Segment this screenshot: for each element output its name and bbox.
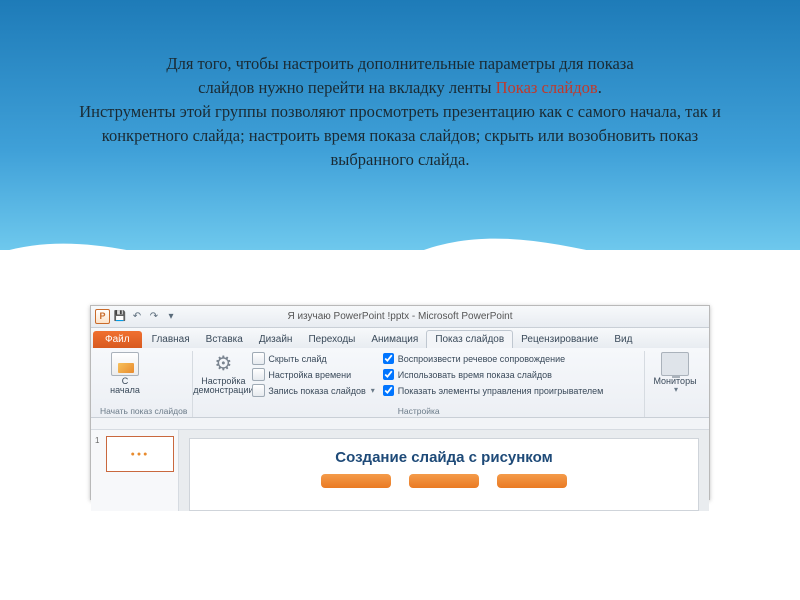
hide-slide-button[interactable]: Скрыть слайд [252,351,374,366]
use-timings-checkbox[interactable]: Использовать время показа слайдов [383,367,604,382]
qat-undo-icon[interactable]: ↶ [130,310,144,324]
screen-play-icon [111,352,139,376]
intro-highlight: Показ слайдов [496,78,598,97]
app-icon[interactable]: P [95,309,110,324]
window-title: Я изучаю PowerPoint !pptx - Microsoft Po… [91,306,709,328]
chevron-down-icon: ▾ [371,386,375,395]
intro-line-1a: Для того, чтобы настроить дополнительные… [166,54,633,73]
play-narration-checkbox[interactable]: Воспроизвести речевое сопровождение [383,351,604,366]
tab-transitions[interactable]: Переходы [300,331,363,348]
play-narration-label: Воспроизвести речевое сопровождение [398,354,565,364]
thumb-number: 1 [95,436,103,445]
monitor-icon [661,352,689,376]
setup-l2: демонстрации [193,386,253,395]
horizontal-ruler [91,418,709,430]
ribbon: С начала Начать показ слайдов Настройка … [91,348,709,418]
intro-p2: Инструменты этой группы позволяют просмо… [79,102,721,169]
rehearse-timings-button[interactable]: Настройка времени [252,367,374,382]
group-setup-label: Настройка [198,406,639,417]
tab-file[interactable]: Файл [93,331,142,348]
current-slide: Создание слайда с рисунком [189,438,699,511]
tab-design[interactable]: Дизайн [251,331,301,348]
qat-save-icon[interactable]: 💾 [113,310,127,324]
quick-access-toolbar: P 💾 ↶ ↷ ▾ [91,309,178,324]
show-controls-label: Показать элементы управления проигрывате… [398,386,604,396]
editor-area: 1 Создание слайда с рисунком [91,430,709,511]
content-block [497,474,567,488]
intro-text: Для того, чтобы настроить дополнительные… [60,52,740,172]
hide-slide-icon [252,352,265,365]
tab-slideshow[interactable]: Показ слайдов [426,330,513,348]
intro-line-1c: . [598,78,602,97]
tab-view[interactable]: Вид [606,331,640,348]
qat-redo-icon[interactable]: ↷ [147,310,161,324]
monitors-dropdown-icon: ▾ [674,386,678,394]
gear-icon [209,352,237,376]
tab-insert[interactable]: Вставка [198,331,251,348]
slide-title-text: Создание слайда с рисунком [202,449,686,466]
slide-canvas[interactable]: Создание слайда с рисунком [179,430,709,511]
show-controls-input[interactable] [383,385,394,396]
content-block [409,474,479,488]
use-timings-input[interactable] [383,369,394,380]
use-timings-label: Использовать время показа слайдов [398,370,552,380]
tab-review[interactable]: Рецензирование [513,331,606,348]
slide-content-blocks [202,474,686,488]
monitors-button[interactable]: Мониторы ▾ [650,351,700,396]
content-block [321,474,391,488]
show-controls-checkbox[interactable]: Показать элементы управления проигрывате… [383,383,604,398]
clock-icon [252,368,265,381]
group-start-slideshow: С начала Начать показ слайдов [95,351,193,417]
rehearse-label: Настройка времени [268,370,351,380]
group-start-label: Начать показ слайдов [100,406,187,417]
titlebar: P 💾 ↶ ↷ ▾ Я изучаю PowerPoint !pptx - Mi… [91,306,709,328]
from-beginning-button[interactable]: С начала [100,351,150,397]
tab-home[interactable]: Главная [144,331,198,348]
qat-dropdown-icon[interactable]: ▾ [164,310,178,324]
group-monitors: Мониторы ▾ [645,351,705,417]
slide-thumbnails-pane[interactable]: 1 [91,430,179,511]
from-beginning-l2: начала [110,386,140,395]
play-narration-input[interactable] [383,353,394,364]
setup-slideshow-button[interactable]: Настройка демонстрации [198,351,248,397]
record-label: Запись показа слайдов [268,386,365,396]
group-setup: Настройка демонстрации Скрыть слайд Наст… [193,351,645,417]
record-icon [252,384,265,397]
record-slideshow-button[interactable]: Запись показа слайдов ▾ [252,383,374,398]
slide-thumbnail-1[interactable] [106,436,174,472]
group-monitors-label [650,406,700,417]
tab-animation[interactable]: Анимация [363,331,426,348]
intro-line-1b: слайдов нужно перейти на вкладку ленты [198,78,495,97]
ribbon-tabs: Файл Главная Вставка Дизайн Переходы Ани… [91,328,709,348]
powerpoint-window: P 💾 ↶ ↷ ▾ Я изучаю PowerPoint !pptx - Mi… [90,305,710,500]
hide-slide-label: Скрыть слайд [268,354,326,364]
